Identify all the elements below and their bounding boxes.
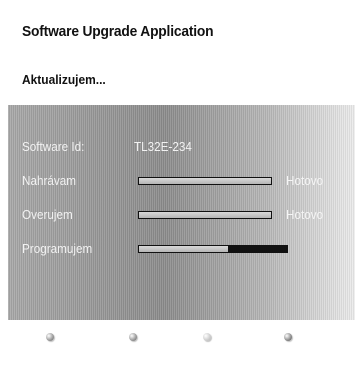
step-status: Hotovo <box>286 173 324 188</box>
progress-bar <box>138 177 272 185</box>
color-button-bar <box>0 333 363 345</box>
step-row-verify: Overujem Hotovo <box>8 207 355 227</box>
progress-fill <box>139 178 271 184</box>
blue-button-icon[interactable] <box>284 333 292 341</box>
green-button-icon[interactable] <box>129 333 137 341</box>
status-subtitle: Aktualizujem... <box>22 72 106 87</box>
step-row-program: Programujem <box>8 241 355 261</box>
step-label: Nahrávam <box>22 173 76 188</box>
step-row-upload: Nahrávam Hotovo <box>8 173 355 193</box>
yellow-button-icon[interactable] <box>203 333 211 341</box>
progress-fill <box>139 246 228 252</box>
software-id-row: Software Id: TL32E-234 <box>8 139 355 159</box>
step-label: Overujem <box>22 207 73 222</box>
upgrade-screen: Software Upgrade Application Aktualizuje… <box>0 0 363 380</box>
step-status: Hotovo <box>286 207 324 222</box>
software-id-label: Software Id: <box>22 139 85 154</box>
upgrade-panel: Software Id: TL32E-234 Nahrávam Hotovo O… <box>8 105 355 320</box>
step-label: Programujem <box>22 241 93 256</box>
red-button-icon[interactable] <box>46 333 54 341</box>
software-id-value: TL32E-234 <box>134 139 192 154</box>
progress-fill <box>139 212 271 218</box>
progress-bar <box>138 245 288 253</box>
app-title: Software Upgrade Application <box>22 23 214 40</box>
progress-bar <box>138 211 272 219</box>
